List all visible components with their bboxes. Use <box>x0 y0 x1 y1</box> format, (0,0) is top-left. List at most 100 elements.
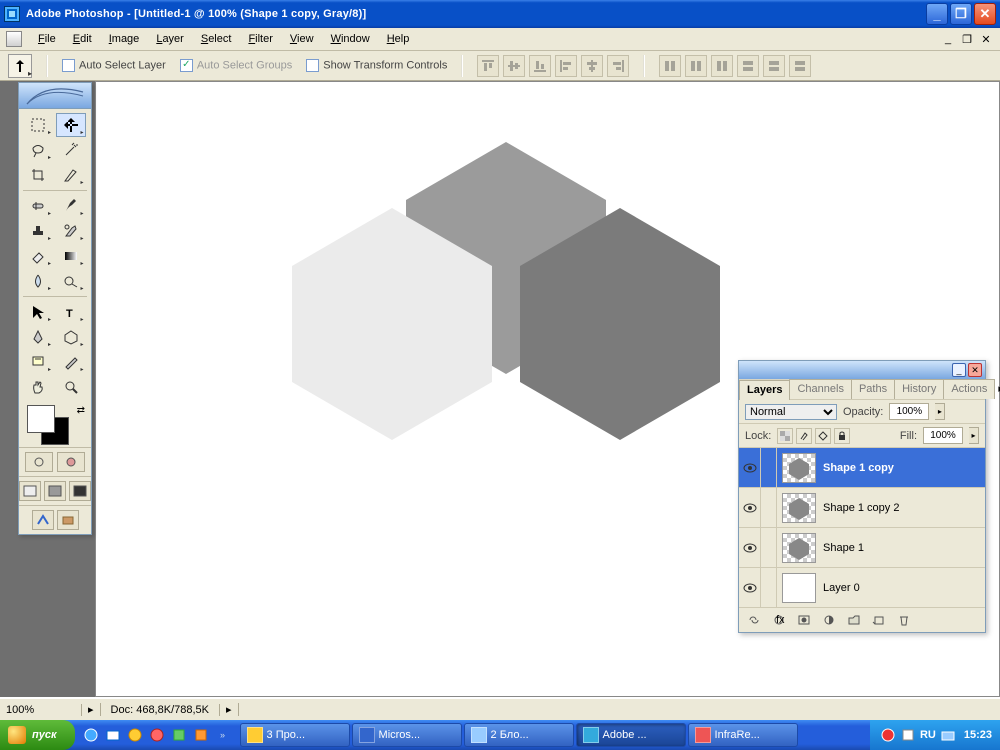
docinfo-menu-button[interactable]: ▸ <box>220 703 239 716</box>
adjustment-layer-button[interactable] <box>818 611 840 629</box>
blur-tool[interactable]: ▸ <box>23 269 53 293</box>
delete-layer-button[interactable] <box>893 611 915 629</box>
menu-view[interactable]: View <box>283 30 321 48</box>
shape-tool[interactable]: ▸ <box>56 325 86 349</box>
start-button[interactable]: пуск <box>0 720 75 750</box>
foreground-color-swatch[interactable] <box>27 405 55 433</box>
link-layers-button[interactable] <box>743 611 765 629</box>
blend-mode-select[interactable]: Normal <box>745 404 837 420</box>
tray-icon[interactable] <box>940 727 956 743</box>
group-button[interactable] <box>843 611 865 629</box>
healing-tool[interactable]: ▸ <box>23 194 53 218</box>
tray-icon[interactable] <box>880 727 896 743</box>
eraser-tool[interactable]: ▸ <box>23 244 53 268</box>
panel-minimize-button[interactable]: _ <box>952 363 966 377</box>
ql-item[interactable] <box>103 724 123 746</box>
move-tool-icon[interactable] <box>8 54 32 78</box>
lock-pixels-button[interactable] <box>796 428 812 444</box>
menu-file[interactable]: File <box>31 30 63 48</box>
language-indicator[interactable]: RU <box>920 729 936 741</box>
visibility-toggle[interactable] <box>739 528 761 567</box>
slice-tool[interactable]: ▸ <box>56 163 86 187</box>
align-right-button[interactable] <box>607 55 629 77</box>
distribute-hcenter-button[interactable] <box>763 55 785 77</box>
tab-channels[interactable]: Channels <box>789 379 851 399</box>
layer-thumbnail[interactable] <box>782 493 816 523</box>
panel-titlebar[interactable]: _ ✕ <box>739 361 985 379</box>
ql-item[interactable] <box>147 724 167 746</box>
lock-position-button[interactable] <box>815 428 831 444</box>
visibility-toggle[interactable] <box>739 488 761 527</box>
menu-select[interactable]: Select <box>194 30 239 48</box>
distribute-vcenter-button[interactable] <box>685 55 707 77</box>
align-bottom-button[interactable] <box>529 55 551 77</box>
menu-window[interactable]: Window <box>324 30 377 48</box>
dodge-tool[interactable]: ▸ <box>56 269 86 293</box>
layer-thumbnail[interactable] <box>782 453 816 483</box>
zoom-level[interactable]: 100% <box>0 704 82 716</box>
brush-tool[interactable]: ▸ <box>56 194 86 218</box>
doc-close-button[interactable]: ✕ <box>978 32 994 46</box>
distribute-top-button[interactable] <box>659 55 681 77</box>
visibility-toggle[interactable] <box>739 568 761 607</box>
gradient-tool[interactable]: ▸ <box>56 244 86 268</box>
ql-item[interactable] <box>81 724 101 746</box>
wand-tool[interactable] <box>56 138 86 162</box>
fill-value[interactable]: 100% <box>923 427 963 444</box>
document-size[interactable]: Doc: 468,8K/788,5K <box>101 704 220 716</box>
zoom-menu-button[interactable]: ▸ <box>82 703 101 716</box>
toolbox-panel[interactable]: ▸ ▸ ▸ ▸ ▸ ▸ ▸ ▸ ▸ ▸ ▸ ▸ ▸ T▸ ▸ ▸ ▸ ▸ ⇄ <box>18 82 92 535</box>
crop-tool[interactable] <box>23 163 53 187</box>
lock-all-button[interactable] <box>834 428 850 444</box>
doc-minimize-button[interactable]: _ <box>940 32 956 46</box>
opacity-flyout[interactable]: ▸ <box>935 403 945 420</box>
visibility-toggle[interactable] <box>739 448 761 487</box>
doc-restore-button[interactable]: ❐ <box>959 32 975 46</box>
panel-menu-button[interactable]: ▸ <box>994 379 1000 399</box>
link-cell[interactable] <box>761 448 777 487</box>
layer-name[interactable]: Shape 1 <box>821 542 985 554</box>
type-tool[interactable]: T▸ <box>56 300 86 324</box>
show-transform-checkbox[interactable]: Show Transform Controls <box>306 59 447 72</box>
taskbar-button[interactable]: Micros... <box>352 723 462 747</box>
quickmask-mode-button[interactable] <box>57 452 85 472</box>
minimize-button[interactable]: _ <box>926 3 948 25</box>
taskbar-button[interactable]: 3 Про... <box>240 723 350 747</box>
layer-style-button[interactable]: fx <box>768 611 790 629</box>
taskbar-button[interactable]: 2 Бло... <box>464 723 574 747</box>
move-tool[interactable]: ▸ <box>56 113 86 137</box>
distribute-right-button[interactable] <box>789 55 811 77</box>
path-select-tool[interactable]: ▸ <box>23 300 53 324</box>
ql-expand[interactable]: » <box>213 724 233 746</box>
layer-row[interactable]: Shape 1 copy <box>739 447 985 487</box>
tab-actions[interactable]: Actions <box>943 379 995 399</box>
distribute-left-button[interactable] <box>737 55 759 77</box>
stamp-tool[interactable]: ▸ <box>23 219 53 243</box>
panel-close-button[interactable]: ✕ <box>968 363 982 377</box>
screenmode-standard-button[interactable] <box>19 481 41 501</box>
taskbar-button[interactable]: InfraRe... <box>688 723 798 747</box>
layer-row[interactable]: Shape 1 <box>739 527 985 567</box>
taskbar-button[interactable]: Adobe ... <box>576 723 686 747</box>
zoom-tool[interactable] <box>56 375 86 399</box>
pen-tool[interactable]: ▸ <box>23 325 53 349</box>
menu-filter[interactable]: Filter <box>241 30 279 48</box>
toolbox-header[interactable] <box>19 83 91 109</box>
distribute-bottom-button[interactable] <box>711 55 733 77</box>
auto-select-layer-checkbox[interactable]: Auto Select Layer <box>62 59 166 72</box>
clock[interactable]: 15:23 <box>964 729 992 741</box>
layer-thumbnail[interactable] <box>782 533 816 563</box>
tab-history[interactable]: History <box>894 379 944 399</box>
align-top-button[interactable] <box>477 55 499 77</box>
tab-layers[interactable]: Layers <box>739 380 790 400</box>
imageready-button[interactable] <box>32 510 54 530</box>
menu-edit[interactable]: Edit <box>66 30 99 48</box>
menu-layer[interactable]: Layer <box>149 30 191 48</box>
align-vcenter-button[interactable] <box>503 55 525 77</box>
marquee-tool[interactable]: ▸ <box>23 113 53 137</box>
history-brush-tool[interactable]: ▸ <box>56 219 86 243</box>
layer-name[interactable]: Shape 1 copy <box>821 462 985 474</box>
hand-tool[interactable] <box>23 375 53 399</box>
screenmode-full-button[interactable] <box>69 481 91 501</box>
layers-panel[interactable]: _ ✕ Layers Channels Paths History Action… <box>738 360 986 633</box>
